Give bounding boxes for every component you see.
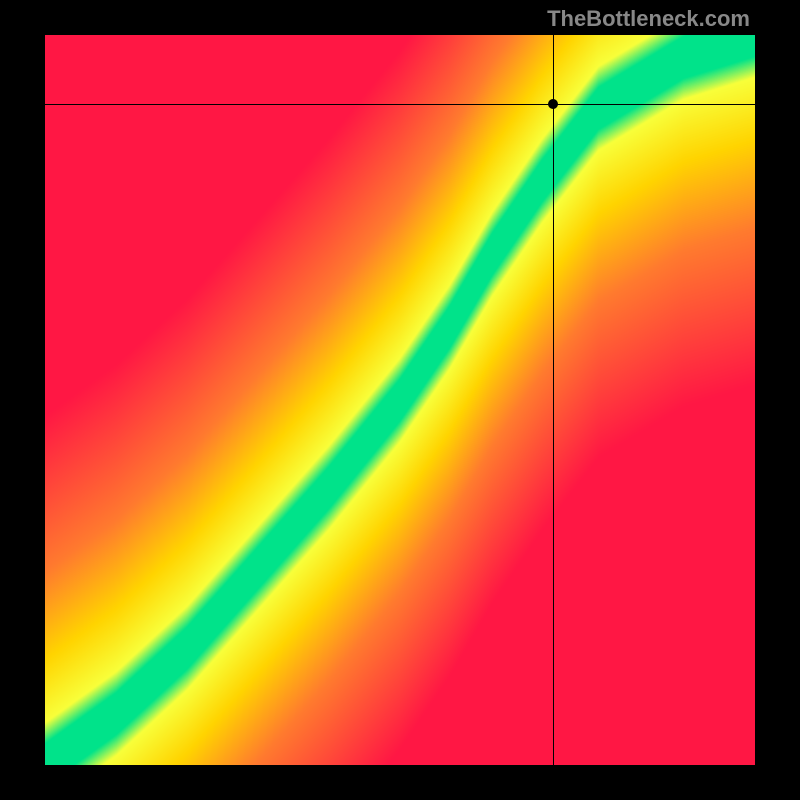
heatmap-canvas	[45, 35, 755, 765]
plot-area	[45, 35, 755, 765]
marker-dot-icon	[548, 99, 558, 109]
crosshair-horizontal	[45, 104, 755, 105]
crosshair-vertical	[553, 35, 554, 765]
watermark-text: TheBottleneck.com	[547, 6, 750, 32]
chart-container: TheBottleneck.com	[0, 0, 800, 800]
